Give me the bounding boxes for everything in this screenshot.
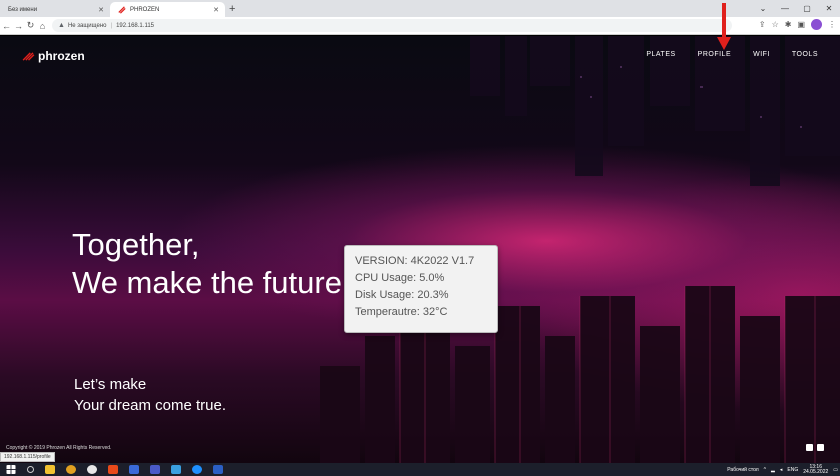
profile-avatar[interactable] [811, 19, 822, 30]
window-controls: ⌄ — ▢ ✕ [752, 0, 840, 17]
chrome-icon[interactable] [66, 465, 76, 474]
hero-heading: Together, We make the future [72, 226, 342, 302]
warning-icon[interactable]: ▲ [58, 22, 65, 29]
address-bar[interactable]: ▲ Не защищено | 192.168.1.115 [52, 19, 732, 32]
volume-icon[interactable]: ◂ [780, 467, 783, 473]
windows-start-icon[interactable] [6, 465, 16, 474]
language-indicator[interactable]: ENG [787, 467, 798, 473]
share-icon[interactable]: ⇪ [759, 20, 766, 29]
minimize-button[interactable]: — [774, 0, 796, 17]
tab-search-icon[interactable]: ⌄ [752, 0, 774, 17]
word-icon[interactable] [213, 465, 223, 474]
link-status-bar: 192.168.1.115/profile [0, 452, 55, 462]
disk-usage-text: Disk Usage: 20.3% [355, 289, 449, 301]
hero-line-1: Together, [72, 227, 200, 262]
tray-expand-icon[interactable]: ^ [764, 467, 766, 473]
new-tab-button[interactable]: + [229, 2, 235, 17]
browser-toolbar: ← → ↻ ⌂ ▲ Не защищено | 192.168.1.115 ⇪ … [0, 17, 840, 35]
network-icon[interactable]: ▂ [771, 467, 775, 473]
facebook-icon[interactable] [806, 444, 813, 451]
star-icon[interactable]: ☆ [772, 20, 779, 29]
screen: Без имени ✕ PHROZEN ✕ + ⌄ — ▢ ✕ ← → ↻ ⌂ … [0, 0, 840, 476]
app-icon[interactable] [192, 465, 202, 474]
tab-phrozen[interactable]: PHROZEN ✕ [110, 2, 225, 17]
instagram-icon[interactable] [817, 444, 824, 451]
phrozen-logo[interactable]: phrozen [22, 49, 85, 63]
copyright-text: Copyright © 2019 Phrozen All Rights Rese… [6, 445, 112, 451]
social-links [806, 444, 824, 451]
system-tray: Рабочий стол ^ ▂ ◂ ENG 13:16 24.05.2022 … [727, 463, 838, 476]
logo-mark-icon [22, 51, 35, 61]
security-status: Не защищено [67, 22, 107, 29]
nav-plates[interactable]: PLATES [646, 51, 675, 58]
close-window-button[interactable]: ✕ [818, 0, 840, 17]
tab-label: PHROZEN [130, 6, 160, 13]
tab-untitled[interactable]: Без имени ✕ [0, 2, 110, 17]
office-icon[interactable] [108, 465, 118, 474]
web-page: phrozen PLATES PROFILE WIFI TOOLS Togeth… [0, 36, 840, 463]
site-nav: PLATES PROFILE WIFI TOOLS [646, 51, 818, 58]
file-explorer-icon[interactable] [45, 465, 55, 474]
forward-icon[interactable]: → [13, 21, 24, 31]
app-icon[interactable] [150, 465, 160, 474]
clock[interactable]: 13:16 24.05.2022 [803, 464, 829, 475]
cpu-usage-text: CPU Usage: 5.0% [355, 272, 445, 284]
browser-tab-strip: Без имени ✕ PHROZEN ✕ + ⌄ — ▢ ✕ [0, 0, 840, 17]
phrozen-favicon-icon [118, 5, 126, 14]
divider: | [110, 22, 113, 29]
tab-label: Без имени [8, 6, 38, 13]
nav-wifi[interactable]: WIFI [753, 51, 770, 58]
nav-tools[interactable]: TOOLS [792, 51, 818, 58]
sidebar-icon[interactable]: ▣ [797, 20, 805, 29]
logo-text: phrozen [38, 49, 85, 63]
sub-line-1: Let’s make [74, 376, 147, 393]
search-icon[interactable] [27, 466, 34, 473]
home-icon[interactable]: ⌂ [37, 21, 48, 31]
hero-subheading: Let’s make Your dream come true. [74, 374, 226, 416]
red-arrow-annotation-icon [717, 3, 731, 50]
menu-icon[interactable]: ⋮ [828, 20, 836, 29]
reload-icon[interactable]: ↻ [25, 20, 36, 31]
temperature-text: Temperautre: 32°C [355, 306, 448, 318]
nav-profile[interactable]: PROFILE [698, 51, 731, 58]
maximize-button[interactable]: ▢ [796, 0, 818, 17]
url-text: 192.168.1.115 [116, 22, 155, 29]
system-info-popup: VERSION: 4K2022 V1.7 CPU Usage: 5.0% Dis… [344, 245, 498, 333]
back-icon[interactable]: ← [1, 21, 12, 31]
app-icon[interactable] [129, 465, 139, 474]
close-icon[interactable]: ✕ [98, 6, 104, 14]
hero-line-2: We make the future [72, 265, 342, 300]
notifications-icon[interactable]: ▭ [833, 467, 838, 473]
desktop-label[interactable]: Рабочий стол [727, 467, 758, 473]
extensions-icon[interactable]: ✱ [785, 20, 792, 29]
windows-taskbar: Рабочий стол ^ ▂ ◂ ENG 13:16 24.05.2022 … [0, 463, 840, 476]
yandex-browser-icon[interactable] [87, 465, 97, 474]
version-text: VERSION: 4K2022 V1.7 [355, 255, 475, 267]
app-icon[interactable] [171, 465, 181, 474]
toolbar-actions: ⇪ ☆ ✱ ▣ ⋮ [759, 19, 836, 30]
close-icon[interactable]: ✕ [213, 6, 219, 14]
clock-date: 24.05.2022 [803, 468, 829, 475]
sub-line-2: Your dream come true. [74, 397, 227, 414]
